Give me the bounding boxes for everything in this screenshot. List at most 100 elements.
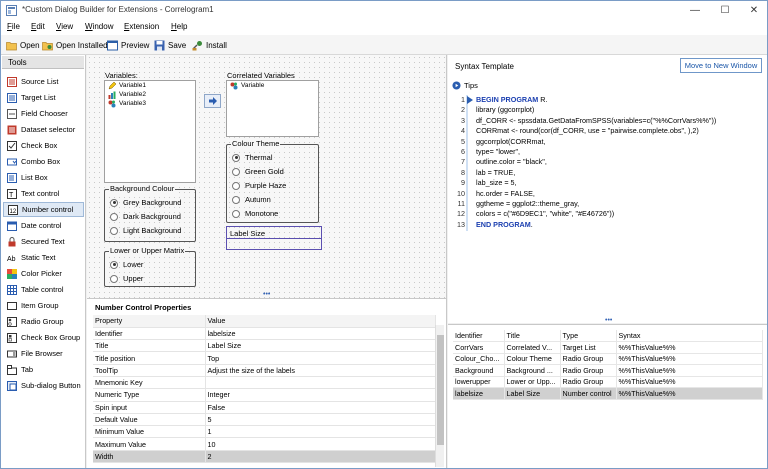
property-value[interactable]: Adjust the size of the labels xyxy=(205,364,436,377)
tool-radio-group[interactable]: Radio Group xyxy=(3,314,84,329)
syntax-cell[interactable]: %%ThisValue%% xyxy=(616,376,763,388)
table-row[interactable]: Background Background ... Radio Group %%Thi… xyxy=(453,364,763,377)
tool-check-box[interactable]: Check Box xyxy=(3,138,84,153)
tool-label: List Box xyxy=(21,173,48,182)
syntax-cell[interactable]: %%ThisValue%% xyxy=(616,341,763,354)
column-header[interactable]: Type xyxy=(560,330,617,342)
minimize-button[interactable]: — xyxy=(680,3,710,18)
property-value[interactable]: Top xyxy=(205,351,436,365)
radio-dark-background[interactable]: Dark Background xyxy=(110,212,181,221)
install-button[interactable]: Install xyxy=(192,38,227,52)
property-value[interactable]: 5 xyxy=(205,413,436,427)
table-row[interactable]: Colour_Cho... Colour Theme Radio Group %%Th… xyxy=(453,353,763,365)
tool-target-list[interactable]: Target List xyxy=(3,90,84,105)
menu-extension[interactable]: Extension xyxy=(124,22,159,31)
radio-monotone[interactable]: Monotone xyxy=(232,209,278,218)
list-item[interactable]: Variable1 xyxy=(105,81,195,90)
menu-window[interactable]: Window xyxy=(85,22,113,31)
move-to-new-window-button[interactable]: Move to New Window xyxy=(680,58,762,73)
tool-color-picker[interactable]: Color Picker xyxy=(3,266,84,281)
property-value[interactable]: Label Size xyxy=(205,339,436,353)
tool-list-box[interactable]: List Box xyxy=(3,170,84,185)
property-value[interactable]: False xyxy=(205,401,436,414)
source-list-icon xyxy=(7,76,17,87)
tips-toggle[interactable]: Tips xyxy=(452,81,478,90)
property-value[interactable]: 2 xyxy=(205,450,436,464)
table-row[interactable]: Title Label Size xyxy=(93,339,436,353)
variables-list[interactable]: Variable1 Variable2 Variable3 xyxy=(104,80,196,183)
table-row[interactable]: Numeric Type Integer xyxy=(93,388,436,402)
canvas-splitter-handle[interactable]: ••• xyxy=(263,291,270,298)
menu-edit[interactable]: Edit xyxy=(31,22,45,31)
property-value[interactable]: 10 xyxy=(205,437,436,451)
table-row[interactable]: lowerupper Lower or Upp... Radio Group %%Th… xyxy=(453,376,763,388)
table-row[interactable]: Minimum Value 1 xyxy=(93,425,436,439)
tool-sub-dialog-button[interactable]: Sub-dialog Button xyxy=(3,378,84,393)
property-value[interactable] xyxy=(205,376,436,390)
table-row-selected[interactable]: Width 2 xyxy=(93,450,436,464)
table-row[interactable]: Spin input False xyxy=(93,401,436,414)
tool-static-text[interactable]: Ab Static Text xyxy=(3,250,84,265)
code-line: 13 END PROGRAM. xyxy=(453,220,764,230)
tool-date-control[interactable]: Date control xyxy=(3,218,84,233)
column-header[interactable]: Identifier xyxy=(453,330,505,342)
tool-text-control[interactable]: T Text control xyxy=(3,186,84,201)
table-row[interactable]: Title position Top xyxy=(93,351,436,365)
save-button[interactable]: Save xyxy=(154,38,186,52)
tool-number-control[interactable]: 12 Number control xyxy=(3,202,84,217)
preview-button[interactable]: Preview xyxy=(107,38,149,52)
code-line: 2 library (ggcorrplot) xyxy=(453,105,764,115)
maximize-button[interactable]: ☐ xyxy=(710,3,740,18)
tool-tab[interactable]: Tab xyxy=(3,362,84,377)
tool-secured-text[interactable]: Secured Text xyxy=(3,234,84,249)
table-row-selected[interactable]: labelsize Label Size Number control %%ThisV… xyxy=(453,387,763,400)
radio-autumn[interactable]: Autumn xyxy=(232,195,271,204)
menu-help[interactable]: Help xyxy=(171,22,187,31)
tool-check-box-group[interactable]: Check Box Group xyxy=(3,330,84,345)
column-header[interactable]: Syntax xyxy=(616,330,763,342)
syntax-cell[interactable]: %%ThisValue%% xyxy=(616,353,763,365)
open-button[interactable]: Open xyxy=(6,38,40,52)
list-item[interactable]: Variable3 xyxy=(105,99,195,108)
syntax-cell[interactable]: %%ThisValue%% xyxy=(616,364,763,377)
table-row[interactable]: ToolTip Adjust the size of the labels xyxy=(93,364,436,377)
radio-upper[interactable]: Upper xyxy=(110,274,143,283)
design-canvas[interactable]: Variables: Variable1 Variable2 Variable3… xyxy=(87,55,447,298)
tool-item-group[interactable]: Item Group xyxy=(3,298,84,313)
move-right-button[interactable] xyxy=(204,94,221,108)
menu-file[interactable]: File xyxy=(7,22,20,31)
radio-green-gold[interactable]: Green Gold xyxy=(232,167,284,176)
list-item[interactable]: Variable2 xyxy=(105,90,195,99)
correlated-variables-list[interactable]: Variable xyxy=(226,80,319,137)
close-button[interactable]: ✕ xyxy=(739,3,767,18)
table-row[interactable]: Maximum Value 10 xyxy=(93,437,436,451)
property-value[interactable]: labelsize xyxy=(205,327,436,341)
open-installed-button[interactable]: Open Installed xyxy=(42,38,108,52)
column-header[interactable]: Title xyxy=(504,330,561,342)
radio-grey-background[interactable]: Grey Background xyxy=(110,198,181,207)
tool-source-list[interactable]: Source List xyxy=(3,74,84,89)
radio-thermal[interactable]: Thermal xyxy=(232,153,273,162)
tool-combo-box[interactable]: Combo Box xyxy=(3,154,84,169)
syntax-editor[interactable]: 1 BEGIN PROGRAM R. 2 library (ggcorrplot) … xyxy=(453,95,764,230)
radio-purple-haze[interactable]: Purple Haze xyxy=(232,181,286,190)
table-row[interactable]: Identifier labelsize xyxy=(93,327,436,341)
syntax-cell[interactable]: %%ThisValue%% xyxy=(616,387,763,400)
table-row[interactable]: CorrVars Correlated V... Target List %%This… xyxy=(453,341,763,354)
tool-table-control[interactable]: Table control xyxy=(3,282,84,297)
tool-field-chooser[interactable]: Field Chooser xyxy=(3,106,84,121)
property-value[interactable]: 1 xyxy=(205,425,436,439)
scrollbar-thumb[interactable] xyxy=(437,335,444,445)
label-size-control[interactable]: Label Size xyxy=(226,226,322,250)
table-row[interactable]: Default Value 5 xyxy=(93,413,436,427)
radio-lower[interactable]: Lower xyxy=(110,260,143,269)
tool-dataset-selector[interactable]: Dataset selector xyxy=(3,122,84,137)
tool-file-browser[interactable]: File Browser xyxy=(3,346,84,361)
table-row[interactable]: Mnemonic Key xyxy=(93,376,436,390)
property-value[interactable]: Integer xyxy=(205,388,436,402)
list-item[interactable]: Variable xyxy=(227,81,318,90)
menu-view[interactable]: View xyxy=(56,22,73,31)
radio-light-background[interactable]: Light Background xyxy=(110,226,181,235)
syntax-splitter-handle[interactable]: ••• xyxy=(605,317,612,324)
properties-scrollbar[interactable] xyxy=(435,325,444,467)
